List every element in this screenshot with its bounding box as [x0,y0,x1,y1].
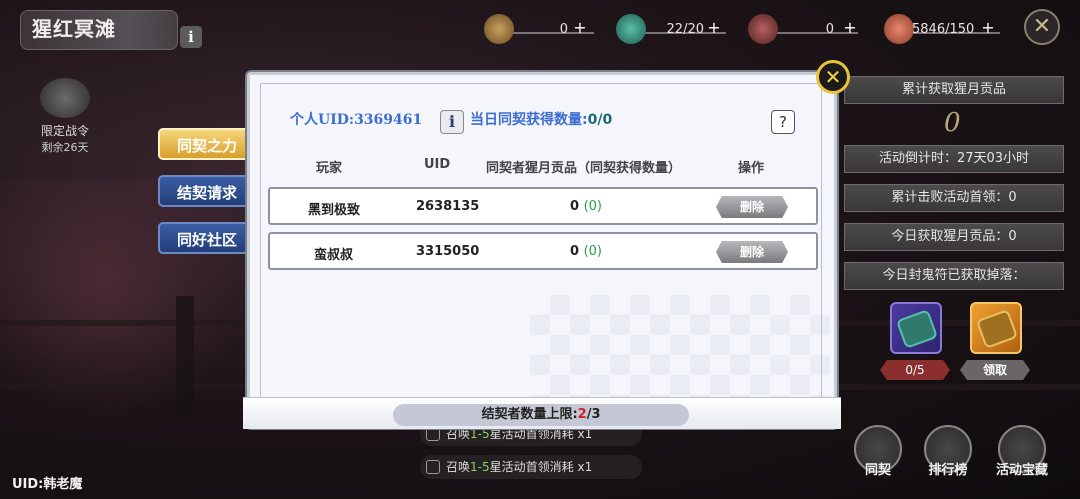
event-countdown: 活动倒计时：27天03小时 [844,145,1064,173]
today-drop-label: 今日封鬼符已获取掉落： [844,262,1064,290]
pact-limit-label: 结契者数量上限: [481,407,578,422]
reward-progress: 0/5 [880,360,950,380]
add-drumstick-button[interactable]: + [980,20,996,36]
column-header-player: 玩家 [316,161,343,176]
row-player: 黑到极致 [308,203,361,218]
row-tribute: 0 (0) [570,244,602,259]
battlepass-emblem-icon [40,78,90,118]
row-player: 蛮叔叔 [314,248,354,263]
tab-pact-requests[interactable]: 结契请求 [158,175,256,207]
fence-post [176,296,194,416]
gold-talisman-reward[interactable] [970,302,1022,354]
player-uid-label: UID:韩老魔 [12,477,83,492]
table-row: 蛮叔叔 3315050 0 (0) 删除 [268,232,818,270]
table-row: 黑到极致 2638135 0 (0) 删除 [268,187,818,225]
battlepass-remaining: 剩余26天 [41,141,89,154]
cumulative-tribute-title: 累计获取猩月贡品 [844,76,1064,104]
summon-cost: x1 [577,460,593,474]
page-close-button[interactable]: ✕ [1024,9,1060,45]
daily-gain-label: 当日同契获得数量:0/0 [470,109,612,129]
column-header-uid: UID [424,157,451,172]
resource-flower-crest: 0 + [748,14,860,44]
row-uid: 2638135 [416,199,480,214]
uid-info-button[interactable]: i [440,110,464,134]
row-tribute: 0 (0) [570,199,602,214]
pact-button[interactable]: 同契 [850,425,906,478]
green-charm-icon [616,14,646,44]
daily-gain-text: 当日同契获得数量: [470,112,588,128]
today-tribute-count: 今日获取猩月贡品：0 [844,223,1064,251]
delete-button[interactable]: 删除 [716,241,788,263]
resource-value: 0 [825,22,834,37]
talisman-icon [895,309,939,349]
pact-power-dialog: 个人UID:3369461 i 当日同契获得数量:0/0 ? 玩家 UID 同契… [247,72,837,428]
treasure-label: 活动宝藏 [995,463,1048,478]
resource-green-charm: 22/20 + [616,14,728,44]
summon-checkbox[interactable] [426,427,440,441]
dialog-close-button[interactable]: ✕ [816,60,850,94]
event-info-button[interactable]: i [180,26,202,48]
summon-star-range: 1-5 [470,460,490,474]
pact-label: 同契 [864,463,891,478]
resource-mask-token: 0 + [484,14,596,44]
row-tribute-value: 0 [570,199,580,214]
event-treasure-button[interactable]: 活动宝藏 [994,425,1050,478]
tab-community[interactable]: 同好社区 [158,222,256,254]
leaderboard-button[interactable]: 排行榜 [920,425,976,478]
mask-token-icon [484,14,514,44]
add-mask-token-button[interactable]: + [572,20,588,36]
dialog-footer: 结契者数量上限:2/3 [243,397,841,429]
cumulative-tribute-value: 0 [944,108,961,138]
battlepass-title: 限定战令 [40,124,89,138]
add-green-charm-button[interactable]: + [706,20,722,36]
leaderboard-label: 排行榜 [928,463,968,478]
battlepass-button[interactable]: 限定战令 剩余26天 [36,78,94,154]
talisman-icon [975,309,1019,349]
event-title: 猩红冥滩 [32,17,116,41]
resource-value: 22/20 [666,22,704,37]
pact-limit-current: 2 [577,407,587,422]
summon-prefix: 召唤 [446,460,471,474]
row-uid: 3315050 [416,244,480,259]
row-gained-value: (0) [583,199,602,214]
resource-drumstick: 5846/150 + [884,14,1004,44]
summon-suffix: 星活动首领消耗 [489,427,574,441]
summon-checkbox[interactable] [426,460,440,474]
pact-limit-indicator: 结契者数量上限:2/3 [393,404,689,426]
pact-limit-max: /3 [586,407,601,422]
column-header-tribute: 同契者猩月贡品（同契获得数量） [486,161,682,176]
drumstick-icon [884,14,914,44]
resource-value: 5846/150 [912,22,975,37]
green-talisman-reward[interactable] [890,302,942,354]
delete-button[interactable]: 删除 [716,196,788,218]
claim-reward-button[interactable]: 领取 [960,360,1030,380]
flower-crest-icon [748,14,778,44]
summon-option-2[interactable]: 召唤1-5星活动首领消耗 x1 [420,455,642,479]
column-header-action: 操作 [738,161,765,176]
summon-star-range: 1-5 [470,427,490,441]
daily-gain-value: 0/0 [587,112,613,128]
resource-value: 0 [559,22,568,37]
summon-cost: x1 [577,427,593,441]
help-button[interactable]: ? [771,110,795,134]
summon-suffix: 星活动首领消耗 [489,460,574,474]
row-tribute-value: 0 [570,244,580,259]
personal-uid: 个人UID:3369461 [290,112,423,128]
boss-defeated-count: 累计击败活动首领：0 [844,184,1064,212]
add-flower-crest-button[interactable]: + [842,20,858,36]
row-gained-value: (0) [583,244,602,259]
tab-pact-power[interactable]: 同契之力 [158,128,256,160]
summon-prefix: 召唤 [446,427,471,441]
